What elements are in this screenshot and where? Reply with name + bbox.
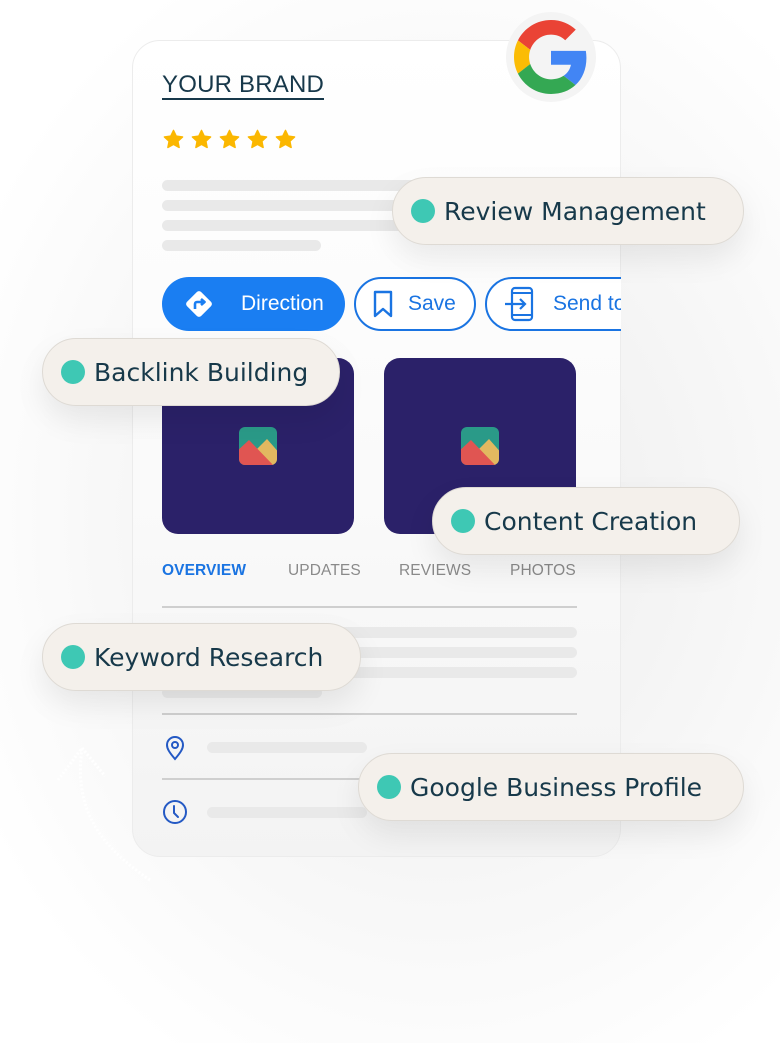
google-badge [506, 12, 596, 102]
star-rating [162, 128, 297, 151]
placeholder-text-line [162, 240, 321, 251]
save-button[interactable]: Save [354, 277, 476, 331]
status-dot-icon [61, 360, 85, 384]
service-pill-label: Backlink Building [94, 357, 309, 387]
placeholder-text-line [162, 220, 422, 231]
star-icon [275, 129, 296, 149]
star-icon [247, 129, 268, 149]
service-pill-label: Review Management [444, 196, 706, 226]
status-dot-icon [451, 509, 475, 533]
service-pill-label: Google Business Profile [410, 772, 703, 802]
status-dot-icon [411, 199, 435, 223]
direction-button[interactable]: Direction [162, 277, 345, 331]
divider [162, 606, 577, 608]
google-g-logo-icon [514, 20, 587, 94]
send-to-button-clip: Send to [484, 275, 621, 333]
divider [162, 713, 577, 715]
service-pill-keyword-research: Keyword Research [42, 623, 361, 691]
placeholder-text-line [162, 200, 422, 211]
placeholder-address-line [207, 742, 367, 753]
service-pill-google-business-profile: Google Business Profile [358, 753, 744, 821]
location-pin-icon [165, 736, 185, 761]
status-dot-icon [61, 645, 85, 669]
send-to-phone-icon [505, 286, 534, 322]
send-to-button-label: Send to [553, 292, 621, 315]
direction-button-label: Direction [241, 292, 324, 315]
directions-icon [186, 291, 212, 317]
star-icon [219, 129, 240, 149]
service-pill-label: Keyword Research [94, 642, 324, 672]
send-to-button[interactable]: Send to [485, 277, 621, 331]
image-placeholder-icon [239, 427, 277, 465]
tab-reviews[interactable]: REVIEWS [399, 562, 471, 580]
star-icon [191, 129, 212, 149]
service-pill-backlink-building: Backlink Building [42, 338, 340, 406]
star-icon [163, 129, 184, 149]
service-pill-content-creation: Content Creation [432, 487, 740, 555]
image-placeholder-icon [461, 427, 499, 465]
placeholder-hours-line [207, 807, 367, 818]
service-pill-review-management: Review Management [392, 177, 744, 245]
placeholder-text-line [162, 180, 422, 191]
bookmark-icon [373, 290, 393, 318]
save-button-label: Save [408, 292, 456, 315]
tab-overview[interactable]: OVERVIEW [162, 562, 246, 580]
brand-title[interactable]: YOUR BRAND [162, 72, 325, 100]
service-pill-label: Content Creation [484, 506, 698, 536]
status-dot-icon [377, 775, 401, 799]
tab-updates[interactable]: UPDATES [288, 562, 361, 580]
tab-photos[interactable]: PHOTOS [510, 562, 576, 580]
clock-icon [163, 800, 187, 824]
